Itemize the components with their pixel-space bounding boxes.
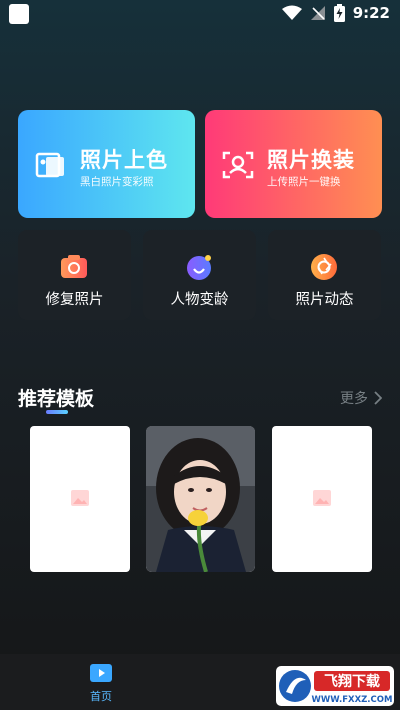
photo-animate-label: 照片动态 — [295, 292, 354, 308]
notification-icon — [9, 4, 29, 24]
wifi-icon — [281, 5, 302, 20]
image-placeholder-icon — [71, 490, 89, 506]
age-change-label: 人物变龄 — [170, 292, 229, 308]
age-moon-icon — [187, 255, 211, 280]
home-play-icon — [90, 664, 112, 682]
template-thumbnail-featured[interactable] — [146, 426, 255, 572]
template-thumbnail[interactable] — [30, 426, 130, 572]
swap-title: 照片换装 — [267, 148, 355, 172]
watermark-logo: 飞翔下载 WWW.FXXZ.COM — [276, 666, 394, 706]
no-signal-icon — [310, 6, 325, 20]
more-label: 更多 — [340, 391, 368, 407]
nav-home[interactable]: 首页 — [81, 664, 121, 704]
repair-photo-label: 修复照片 — [45, 292, 104, 308]
section-title: 推荐模板 — [18, 388, 95, 410]
swap-card[interactable]: 照片换装 上传照片一键换 — [205, 110, 382, 218]
more-link[interactable]: 更多 — [340, 388, 382, 408]
status-time: 9:22 — [352, 4, 390, 22]
shutter-icon — [311, 254, 337, 280]
colorize-title: 照片上色 — [80, 148, 168, 172]
status-bar: 9:22 — [0, 0, 400, 28]
age-change-button[interactable]: 人物变龄 — [143, 230, 256, 320]
section-title-underline — [46, 410, 68, 414]
svg-text:WWW.FXXZ.COM: WWW.FXXZ.COM — [312, 695, 393, 705]
portrait-image — [146, 426, 255, 572]
image-placeholder-icon — [313, 490, 331, 506]
nav-home-label: 首页 — [90, 690, 112, 703]
photo-animate-button[interactable]: 照片动态 — [268, 230, 381, 320]
photo-colorize-icon — [35, 152, 64, 178]
swap-subtitle: 上传照片一键换 — [267, 176, 341, 188]
chevron-right-icon — [374, 391, 382, 405]
camera-icon — [61, 255, 87, 278]
face-scan-icon — [222, 151, 254, 179]
colorize-card[interactable]: 照片上色 黑白照片变彩照 — [18, 110, 195, 218]
svg-text:飞翔下载: 飞翔下载 — [324, 673, 380, 690]
repair-photo-button[interactable]: 修复照片 — [18, 230, 131, 320]
colorize-subtitle: 黑白照片变彩照 — [80, 176, 154, 188]
template-thumbnail[interactable] — [272, 426, 372, 572]
battery-charging-icon — [333, 4, 345, 22]
